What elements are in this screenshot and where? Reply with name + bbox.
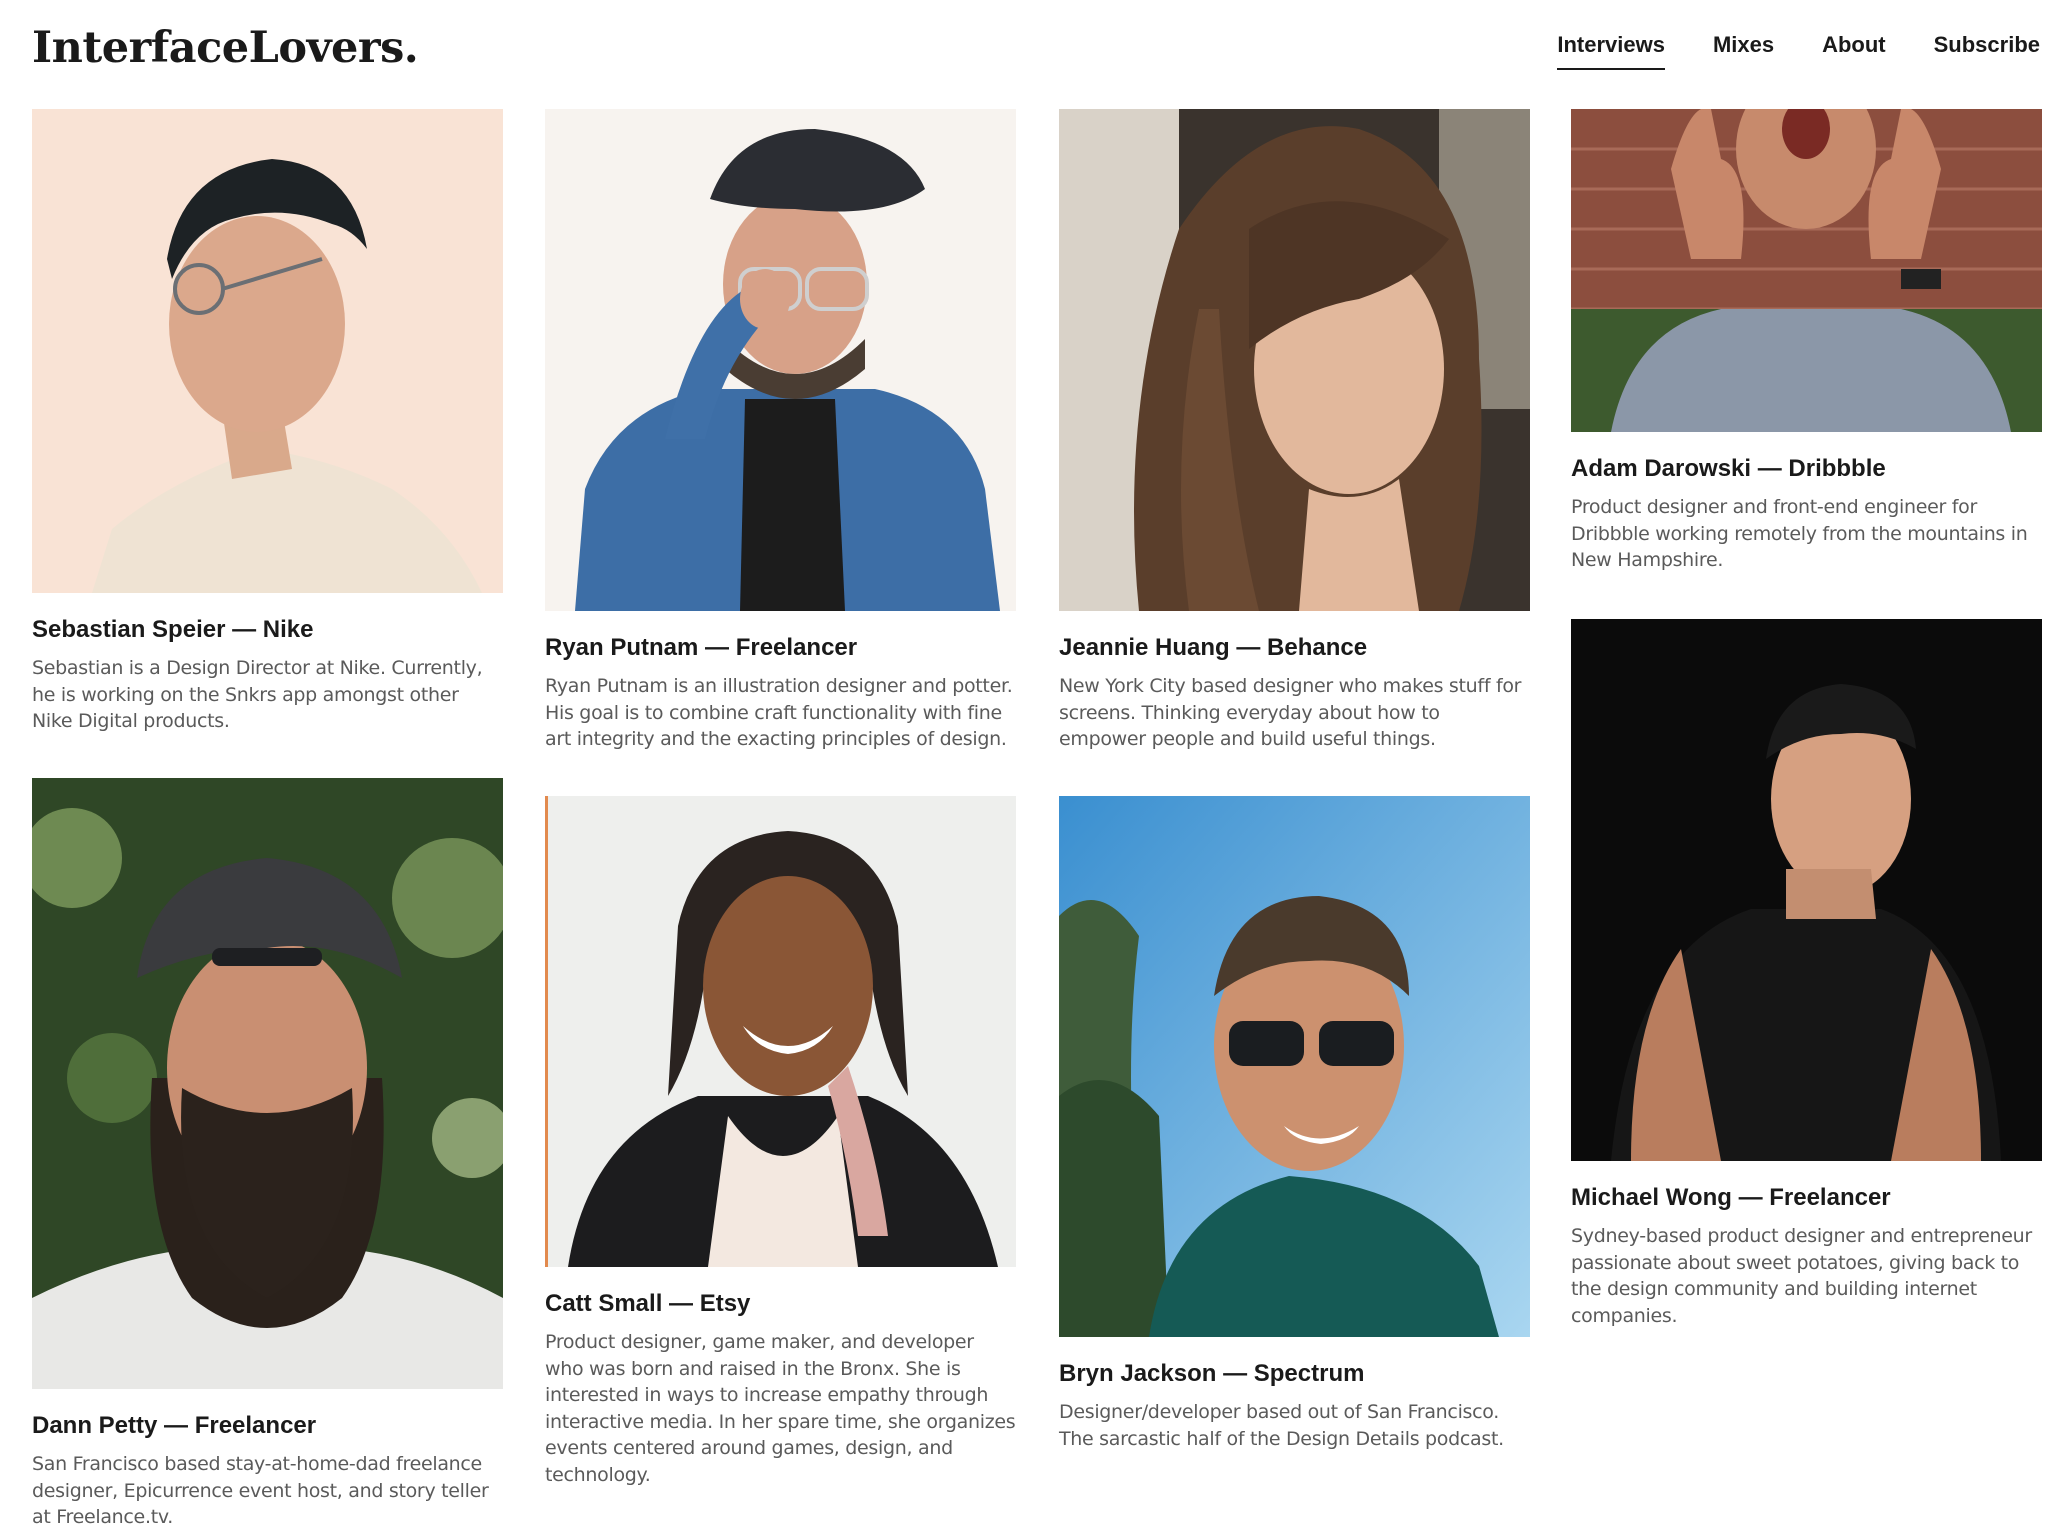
interview-description: New York City based designer who makes s… — [1059, 675, 1522, 750]
interview-card-ryan-putnam[interactable]: Ryan Putnam — Freelancer Ryan Putnam is … — [545, 109, 1016, 753]
interview-description: Ryan Putnam is an illustration designer … — [545, 675, 1013, 750]
portrait-photo[interactable] — [32, 109, 503, 593]
interview-title[interactable]: Michael Wong — Freelancer — [1571, 1183, 2042, 1213]
interview-title[interactable]: Dann Petty — Freelancer — [32, 1411, 503, 1441]
interview-card-adam-darowski[interactable]: Adam Darowski — Dribbble Product designe… — [1571, 109, 2042, 574]
interview-card-sebastian-speier[interactable]: Sebastian Speier — Nike Sebastian is a D… — [32, 109, 503, 735]
interview-description: Designer/developer based out of San Fran… — [1059, 1401, 1504, 1450]
nav-mixes[interactable]: Mixes — [1713, 30, 1774, 70]
interview-title[interactable]: Jeannie Huang — Behance — [1059, 633, 1530, 663]
portrait-photo[interactable] — [545, 796, 1016, 1267]
interview-card-bryn-jackson[interactable]: Bryn Jackson — Spectrum Designer/develop… — [1059, 796, 1530, 1452]
interview-description: Product designer, game maker, and develo… — [545, 1331, 1016, 1486]
portrait-photo[interactable] — [1059, 109, 1530, 611]
interview-card-jeannie-huang[interactable]: Jeannie Huang — Behance New York City ba… — [1059, 109, 1530, 753]
nav-subscribe[interactable]: Subscribe — [1934, 30, 2040, 70]
interview-description: Product designer and front-end engineer … — [1571, 496, 2028, 571]
portrait-photo[interactable] — [32, 778, 503, 1389]
interview-card-dann-petty[interactable]: Dann Petty — Freelancer San Francisco ba… — [32, 778, 503, 1531]
interview-title[interactable]: Adam Darowski — Dribbble — [1571, 454, 2042, 484]
portrait-photo[interactable] — [1059, 796, 1530, 1337]
nav-interviews[interactable]: Interviews — [1557, 30, 1665, 70]
site-logo[interactable]: InterfaceLovers. — [32, 22, 419, 74]
interview-description: Sebastian is a Design Director at Nike. … — [32, 657, 483, 732]
interview-title[interactable]: Ryan Putnam — Freelancer — [545, 633, 1016, 663]
interview-card-michael-wong[interactable]: Michael Wong — Freelancer Sydney-based p… — [1571, 619, 2042, 1329]
portrait-photo[interactable] — [1571, 109, 2042, 432]
interview-title[interactable]: Bryn Jackson — Spectrum — [1059, 1359, 1530, 1389]
interview-title[interactable]: Catt Small — Etsy — [545, 1289, 1016, 1319]
nav-about[interactable]: About — [1822, 30, 1886, 70]
portrait-photo[interactable] — [545, 109, 1016, 611]
interview-card-catt-small[interactable]: Catt Small — Etsy Product designer, game… — [545, 796, 1016, 1488]
interview-description: Sydney-based product designer and entrep… — [1571, 1225, 2032, 1327]
portrait-photo[interactable] — [1571, 619, 2042, 1161]
main-nav: Interviews Mixes About Subscribe — [1557, 30, 2040, 70]
interview-description: San Francisco based stay-at-home-dad fre… — [32, 1453, 489, 1528]
interview-title[interactable]: Sebastian Speier — Nike — [32, 615, 503, 645]
